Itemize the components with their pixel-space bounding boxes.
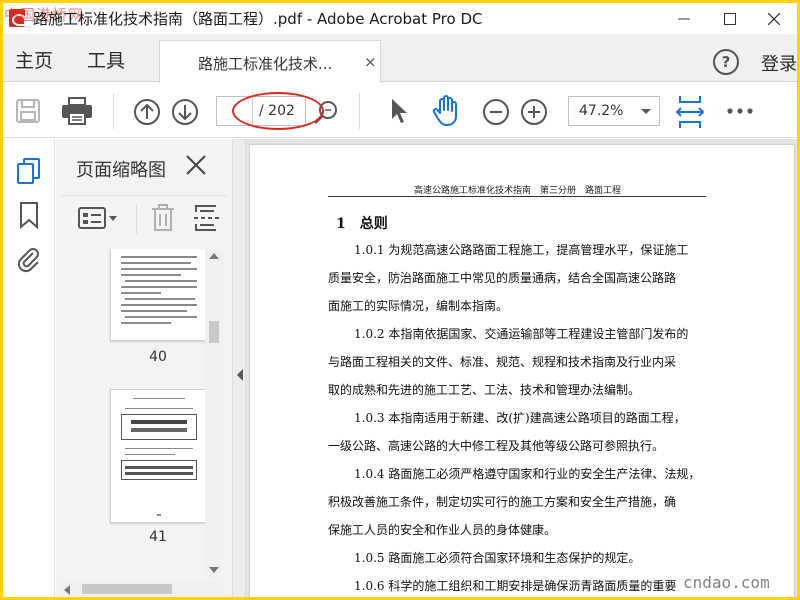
paragraph-line: 1.0.1 为规范高速公路路面工程施工，提高管理水平，保证施工 (354, 243, 689, 257)
scroll-up-icon[interactable] (209, 253, 219, 259)
scrollbar-thumb[interactable] (209, 321, 219, 343)
tab-home[interactable]: 主页 (15, 46, 53, 73)
attachment-icon[interactable] (15, 245, 43, 273)
paragraph-line: 保施工人员的安全和作业人员的身体健康。 (328, 523, 557, 537)
paragraph-line: 积极改善施工条件，制定切实可行的施工方案和安全生产措施，确 (328, 495, 677, 509)
close-icon[interactable] (184, 153, 208, 177)
site-watermark: cndao.com (683, 573, 770, 592)
paragraph-line: 与路面工程相关的文件、标准、规范、规程和技术指南及行业内采 (328, 355, 677, 369)
prev-page-icon[interactable] (133, 98, 161, 126)
toolbar-separator (359, 93, 360, 129)
thumbnail-page-number: 40 (149, 349, 167, 365)
title-bar: 中国港桥网 路施工标准化技术指南（路面工程）.pdf - Adobe Acrob… (3, 3, 797, 34)
thumbnail-vertical-scrollbar[interactable] (205, 249, 223, 579)
select-pointer-icon[interactable] (389, 97, 409, 125)
thumbnail-toolbar-separator (136, 204, 137, 234)
tab-tools[interactable]: 工具 (87, 46, 125, 73)
thumbnail-horizontal-scrollbar[interactable] (60, 581, 223, 597)
collapse-panel-icon[interactable] (237, 369, 243, 381)
acrobat-window: 中国港桥网 路施工标准化技术指南（路面工程）.pdf - Adobe Acrob… (3, 3, 797, 597)
paragraph-line: 1.0.6 科学的施工组织和工期安排是确保沥青路面质量的重要 (354, 579, 677, 593)
print-icon[interactable] (61, 97, 93, 125)
tab-document[interactable]: 路施工标准化技术... × (159, 40, 381, 83)
zoom-in-icon[interactable] (520, 98, 548, 126)
header-rule (328, 196, 706, 197)
tab-close-button[interactable]: × (364, 53, 377, 71)
panel-title: 页面缩略图 (76, 160, 166, 181)
scrollbar-thumb[interactable] (82, 584, 172, 594)
left-nav-rail (3, 139, 55, 597)
zoom-select[interactable]: 47.2% (568, 96, 660, 126)
maximize-icon (724, 12, 736, 25)
hand-tool-icon[interactable] (431, 95, 461, 127)
window-title: 路施工标准化技术指南（路面工程）.pdf - Adobe Acrobat Pro… (33, 10, 483, 28)
paragraph-line: 质量安全，防治路面施工中常见的质量通病，结合全国高速公路路 (328, 271, 677, 285)
next-page-icon[interactable] (171, 98, 199, 126)
thumbnail-list: 40 41 (60, 249, 205, 579)
thumbnail-page-41[interactable] (110, 389, 205, 523)
running-head: 高速公路施工标准化技术指南 第三分册 路面工程 (413, 186, 621, 196)
thumbnail-toolbar (62, 195, 226, 241)
zoom-out-icon[interactable] (482, 98, 510, 126)
login-button[interactable]: 登录 (761, 50, 797, 76)
scroll-left-icon[interactable] (64, 585, 70, 595)
paragraph-line: 面施工的实际情况，编制本指南。 (328, 299, 509, 313)
thumbnail-options-icon[interactable] (78, 206, 118, 230)
close-icon (768, 12, 780, 25)
save-icon[interactable] (15, 98, 41, 124)
bookmark-icon[interactable] (15, 201, 43, 229)
thumbnail-page-number: 41 (149, 529, 167, 545)
scroll-down-icon[interactable] (209, 567, 219, 573)
page-thumbnails-icon[interactable] (15, 157, 43, 185)
extract-pages-icon[interactable] (194, 204, 220, 232)
maximize-button[interactable] (707, 3, 753, 34)
thumbnails-panel: 页面缩略图 40 41 (56, 139, 232, 597)
minimize-button[interactable] (661, 3, 707, 34)
paragraph-line: 1.0.5 路面施工必须符合国家环境和生态保护的规定。 (354, 551, 641, 565)
paragraph-line: 1.0.2 本指南依据国家、交通运输部等工程建设主管部门发布的 (354, 327, 689, 341)
paragraph-line: 一级公路、高速公路的大中修工程及其他等级公路可参照执行。 (328, 439, 665, 453)
paragraph-line: 1.0.4 路面施工必须严格遵守国家和行业的安全生产法律、法规， (354, 467, 701, 481)
fit-page-icon[interactable] (676, 95, 704, 129)
page-navigator: / 202 (216, 96, 306, 126)
main-toolbar: / 202 47.2% (3, 83, 797, 138)
close-window-button[interactable] (751, 3, 797, 34)
tab-document-label: 路施工标准化技术... (198, 55, 333, 73)
help-button[interactable]: ? (713, 49, 739, 75)
minimize-icon (678, 18, 690, 19)
tab-bar: 主页 工具 路施工标准化技术... × ? 登录 (3, 34, 797, 83)
chevron-down-icon (641, 109, 651, 114)
zoom-value: 47.2% (579, 103, 624, 119)
zoom-search-icon[interactable] (313, 99, 339, 125)
more-icon[interactable] (727, 108, 753, 114)
section-title: 1 总则 (336, 216, 388, 232)
page-total: / 202 (259, 103, 295, 119)
paragraph-line: 1.0.3 本指南适用于新建、改(扩)建高速公路项目的路面工程， (354, 411, 686, 425)
pdf-page: 高速公路施工标准化技术指南 第三分册 路面工程 1 总则 1.0.1 为规范高速… (250, 145, 794, 597)
panel-splitter[interactable] (232, 139, 246, 597)
toolbar-separator (113, 93, 114, 129)
page-number-input[interactable] (217, 97, 253, 125)
delete-page-icon[interactable] (150, 204, 176, 232)
thumbnail-page-40[interactable] (110, 249, 205, 341)
paragraph-line: 取的成熟和先进的施工工艺、工法、技术和管理办法编制。 (328, 383, 641, 397)
document-view[interactable]: 高速公路施工标准化技术指南 第三分册 路面工程 1 总则 1.0.1 为规范高速… (246, 139, 797, 597)
